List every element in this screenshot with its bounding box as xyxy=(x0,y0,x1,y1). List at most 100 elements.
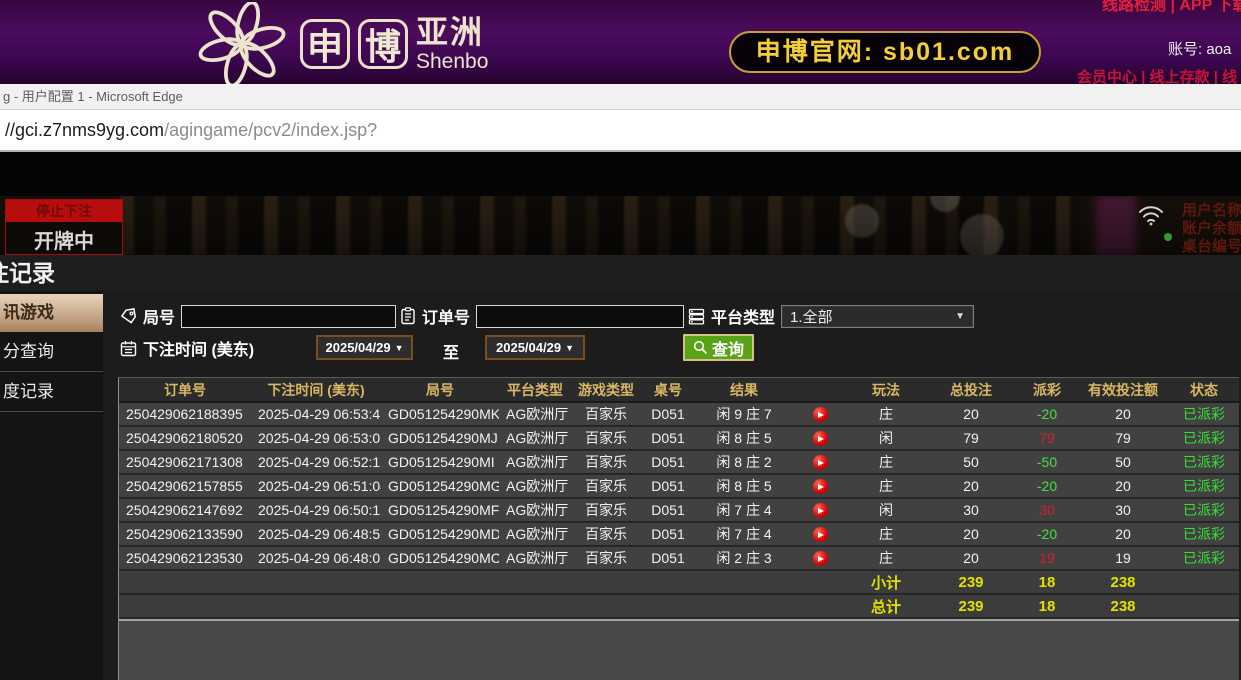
cell-bet_type: 庄 xyxy=(847,522,925,546)
cell-game: 百家乐 xyxy=(571,474,641,498)
play-video-icon[interactable] xyxy=(813,551,828,566)
status-dot xyxy=(1164,233,1172,241)
sidebar-item-quota-records[interactable]: 度记录 xyxy=(0,372,103,412)
round-input[interactable] xyxy=(181,305,396,328)
cell-round: GD051254290MJ xyxy=(381,426,499,450)
cell-time: 2025-04-29 06:50:12 xyxy=(251,498,381,522)
cell-time: 2025-04-29 06:52:12 xyxy=(251,450,381,474)
play-video-icon[interactable] xyxy=(813,479,828,494)
cell-order_no: 250429062171308 xyxy=(119,450,251,474)
table-row: 2504290621235302025-04-29 06:48:02GD0512… xyxy=(119,546,1239,570)
play-video-icon[interactable] xyxy=(813,455,828,470)
search-button[interactable]: 查询 xyxy=(683,334,754,361)
url-bar[interactable]: //gci.z7nms9yg.com/agingame/pcv2/index.j… xyxy=(0,110,1241,152)
play-video-icon[interactable] xyxy=(813,431,828,446)
game-status-box: 停止下注 开牌中 xyxy=(5,199,123,255)
cell-payout: 79 xyxy=(1017,426,1077,450)
cell-status: 已派彩 xyxy=(1169,522,1239,546)
table-row: 2504290621805202025-04-29 06:53:01GD0512… xyxy=(119,426,1239,450)
sidebar-item-points-query[interactable]: 分查询 xyxy=(0,332,103,372)
cell-game: 百家乐 xyxy=(571,426,641,450)
date-from-value: 2025/04/29 xyxy=(326,340,391,355)
column-header-status: 状态 xyxy=(1169,378,1239,402)
cell-bet_type: 庄 xyxy=(847,450,925,474)
date-from-picker[interactable]: 2025/04/29 ▼ xyxy=(316,335,413,360)
cell-time: 2025-04-29 06:51:04 xyxy=(251,474,381,498)
platform-select[interactable]: 1.全部 ▼ xyxy=(781,305,974,328)
flower-logo-icon xyxy=(192,2,292,84)
official-site-badge[interactable]: 申博官网: sb01.com xyxy=(729,31,1041,73)
cell-round: GD051254290MK xyxy=(381,402,499,426)
round-filter: 局号 xyxy=(120,304,396,328)
wifi-icon xyxy=(1138,204,1164,226)
logo-char-box: 申 xyxy=(300,19,350,69)
cell-payout: 30 xyxy=(1017,498,1077,522)
subtotal-payout: 18 xyxy=(1017,570,1077,594)
cell-round: GD051254290MC xyxy=(381,546,499,570)
cell-total_bet: 30 xyxy=(925,498,1017,522)
column-header-valid_bet: 有效投注额 xyxy=(1077,378,1169,402)
subtotal-valid-bet: 238 xyxy=(1077,570,1169,594)
cell-result: 闲 9 庄 7 xyxy=(695,402,793,426)
cell-time: 2025-04-29 06:53:01 xyxy=(251,426,381,450)
platform-selected-value: 1.全部 xyxy=(790,306,833,327)
cell-bet_type: 庄 xyxy=(847,402,925,426)
play-video-icon[interactable] xyxy=(813,407,828,422)
subtotal-total-bet: 239 xyxy=(925,570,1017,594)
page-title: 注记录 xyxy=(0,255,1241,291)
column-header-payout: 派彩 xyxy=(1017,378,1077,402)
banner-info-labels: 用户名称 账户余额 桌台编号 xyxy=(1182,202,1241,255)
cell-play xyxy=(793,498,847,522)
tag-icon xyxy=(120,308,137,325)
subtotal-label: 小计 xyxy=(847,570,925,594)
clipboard-icon xyxy=(400,307,416,325)
cell-payout: -20 xyxy=(1017,522,1077,546)
cell-platform: AG欧洲厅 xyxy=(499,450,571,474)
sidebar-item-games[interactable]: 讯游戏 xyxy=(0,294,118,332)
page-title-band: 注记录 xyxy=(0,255,1241,291)
cell-order_no: 250429062147692 xyxy=(119,498,251,522)
cell-status: 已派彩 xyxy=(1169,402,1239,426)
casino-banner: 停止下注 开牌中 用户名称 账户余额 桌台编号 xyxy=(0,196,1241,255)
column-header-result: 结果 xyxy=(695,378,793,402)
records-table-wrap: 订单号下注时间 (美东)局号平台类型游戏类型桌号结果玩法总投注派彩有效投注额状态… xyxy=(118,377,1239,680)
cell-total_bet: 20 xyxy=(925,474,1017,498)
logo-region-text: 亚洲 xyxy=(416,16,488,48)
cell-platform: AG欧洲厅 xyxy=(499,474,571,498)
platform-list-icon xyxy=(688,308,705,325)
spacer-band xyxy=(0,152,1241,196)
cell-order_no: 250429062180520 xyxy=(119,426,251,450)
records-header-row: 订单号下注时间 (美东)局号平台类型游戏类型桌号结果玩法总投注派彩有效投注额状态 xyxy=(119,378,1239,402)
play-video-icon[interactable] xyxy=(813,503,828,518)
cell-platform: AG欧洲厅 xyxy=(499,498,571,522)
cell-game: 百家乐 xyxy=(571,522,641,546)
window-title: g - 用户配置 1 - Microsoft Edge xyxy=(3,89,183,104)
cell-table_no: D051 xyxy=(641,498,695,522)
search-button-label: 查询 xyxy=(712,336,744,360)
cell-total_bet: 20 xyxy=(925,402,1017,426)
cell-table_no: D051 xyxy=(641,426,695,450)
cell-time: 2025-04-29 06:48:02 xyxy=(251,546,381,570)
column-header-game: 游戏类型 xyxy=(571,378,641,402)
cell-platform: AG欧洲厅 xyxy=(499,522,571,546)
chevron-down-icon: ▼ xyxy=(955,311,965,322)
total-row: 总计 239 18 238 xyxy=(119,594,1239,618)
play-video-icon[interactable] xyxy=(813,527,828,542)
subtotal-row: 小计 239 18 238 xyxy=(119,570,1239,594)
cell-time: 2025-04-29 06:48:56 xyxy=(251,522,381,546)
sidebar: 讯游戏 分查询 度记录 xyxy=(0,291,103,680)
cell-status: 已派彩 xyxy=(1169,474,1239,498)
date-to-picker[interactable]: 2025/04/29 ▼ xyxy=(485,335,585,360)
member-links[interactable]: 会员中心 | 线上存款 | 线 xyxy=(1077,66,1237,84)
cell-payout: -50 xyxy=(1017,450,1077,474)
banner-overlay xyxy=(0,196,1241,255)
cell-round: GD051254290MF xyxy=(381,498,499,522)
subtotal-status-spacer xyxy=(1169,570,1239,594)
round-label: 局号 xyxy=(143,304,175,328)
url-path: /agingame/pcv2/index.jsp? xyxy=(164,120,377,140)
cell-valid_bet: 30 xyxy=(1077,498,1169,522)
order-input[interactable] xyxy=(476,305,684,328)
top-links[interactable]: 线路检测 | APP 下载 xyxy=(1102,0,1241,15)
cell-total_bet: 50 xyxy=(925,450,1017,474)
platform-filter: 平台类型 1.全部 ▼ xyxy=(688,304,974,328)
